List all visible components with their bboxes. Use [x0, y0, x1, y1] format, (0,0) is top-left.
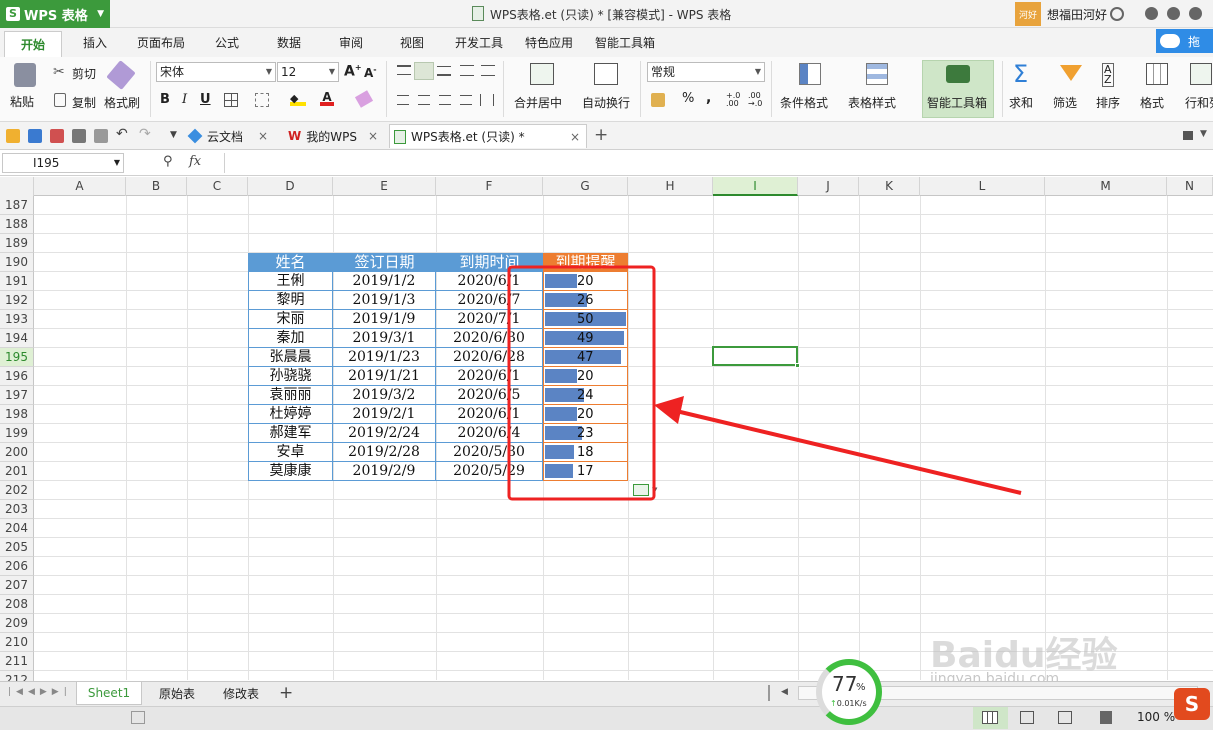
red-arrow-head: [654, 396, 684, 424]
page-layout-icon[interactable]: [1058, 711, 1072, 724]
zoom-level[interactable]: 100 %: [1137, 710, 1175, 724]
sogou-s-icon: S: [1174, 688, 1210, 720]
reading-mode-icon[interactable]: [1100, 711, 1112, 724]
page-break-icon[interactable]: [1020, 711, 1034, 724]
red-arrow-line: [671, 408, 1022, 495]
net-percent-unit: %: [856, 682, 866, 693]
net-percent: 77: [832, 672, 858, 696]
normal-view-icon: [982, 711, 998, 724]
scroll-left-icon[interactable]: ◀: [781, 687, 788, 697]
sheet-tab-active[interactable]: Sheet1: [76, 682, 142, 705]
sheet-nav-arrows-icon[interactable]: |◀◀▶▶|: [8, 687, 72, 697]
macro-icon[interactable]: [131, 711, 145, 724]
red-annotation: [507, 265, 1022, 501]
net-speed: ↑0.01K/s: [830, 699, 867, 708]
red-highlight-box: [507, 265, 656, 501]
add-sheet-icon[interactable]: +: [279, 683, 293, 703]
scroll-splitter[interactable]: [768, 685, 770, 701]
sheet-tab[interactable]: 修改表: [210, 682, 272, 705]
net-speed-value: 0.01K/s: [836, 699, 867, 708]
sheet-tab[interactable]: 原始表: [146, 682, 208, 705]
